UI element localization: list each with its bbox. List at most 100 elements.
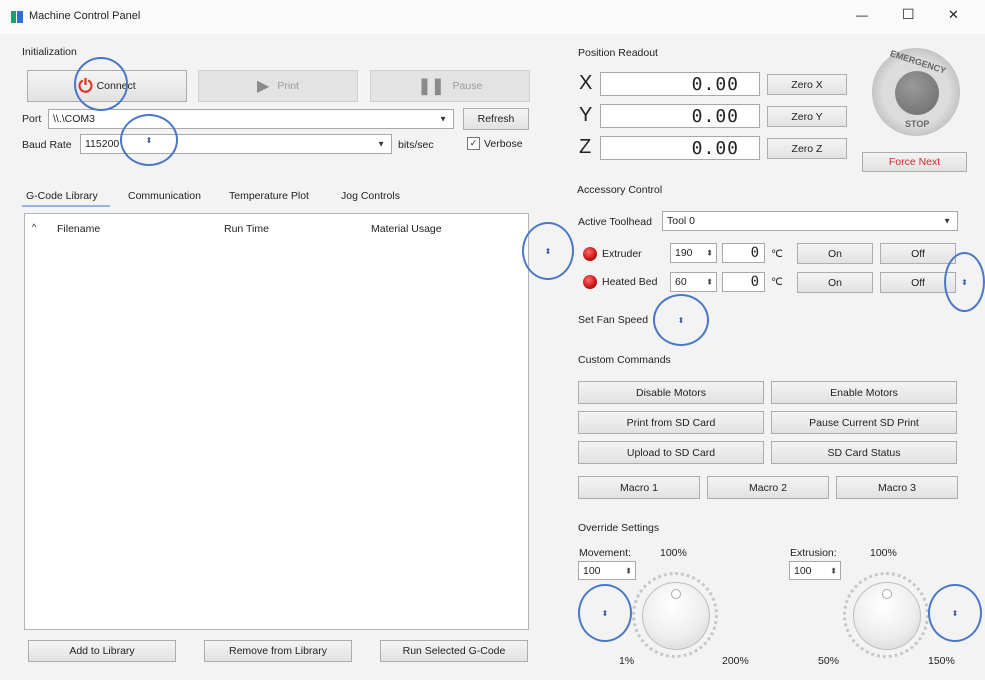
gcode-library-table[interactable] <box>24 213 529 630</box>
run-selected-gcode-button[interactable]: Run Selected G-Code <box>380 640 528 662</box>
remove-from-library-button[interactable]: Remove from Library <box>204 640 352 662</box>
z-axis-label: Z <box>579 136 592 158</box>
enable-motors-label: Enable Motors <box>830 386 898 399</box>
emergency-stop-button[interactable]: EMERGENCY STOP <box>872 48 960 136</box>
maximize-icon[interactable]: ☐ <box>902 6 915 23</box>
emergency-stop-knob <box>895 71 939 115</box>
set-fan-speed-label: Set Fan Speed <box>578 314 649 326</box>
extruder-setpoint-spinner[interactable]: 190 ⬍ <box>670 243 717 263</box>
enable-motors-button[interactable]: Enable Motors <box>771 381 957 404</box>
heated-bed-setpoint-spinner[interactable]: 60 ⬍ <box>670 272 717 292</box>
refresh-button[interactable]: Refresh <box>463 108 529 130</box>
x-axis-label: X <box>579 72 593 94</box>
extruder-unit: ℃ <box>771 248 783 260</box>
movement-spinner[interactable]: 100 ⬍ <box>578 561 636 580</box>
heated-bed-setpoint: 60 <box>675 276 687 288</box>
extruder-temp-readout: 0 <box>722 243 765 263</box>
spinner-arrows-icon[interactable]: ⬍ <box>706 278 713 287</box>
active-toolhead-label: Active Toolhead <box>578 216 652 228</box>
extrusion-value: 100 <box>794 564 812 577</box>
z-position-display: 0.00 <box>600 136 760 160</box>
custom-commands-heading: Custom Commands <box>578 354 671 366</box>
print-sd-label: Print from SD Card <box>626 416 716 429</box>
extruder-on-label: On <box>827 247 842 260</box>
sd-status-label: SD Card Status <box>827 446 901 459</box>
movement-value: 100 <box>583 564 601 577</box>
y-axis-label: Y <box>579 104 593 126</box>
macro-2-label: Macro 2 <box>749 481 787 494</box>
print-label: Print <box>277 80 299 92</box>
chevron-down-icon: ▼ <box>439 114 447 124</box>
movement-dial[interactable] <box>642 582 710 650</box>
zero-z-label: Zero Z <box>791 142 823 155</box>
column-run-time[interactable]: Run Time <box>224 223 269 235</box>
macro-1-label: Macro 1 <box>620 481 658 494</box>
movement-percent: 100% <box>660 547 687 559</box>
macro-3-button[interactable]: Macro 3 <box>836 476 958 499</box>
extrusion-label: Extrusion: <box>790 547 837 559</box>
window-title: Machine Control Panel <box>29 10 141 22</box>
heated-bed-temp-value: 0 <box>750 274 760 290</box>
minimize-icon[interactable]: — <box>856 8 868 22</box>
extruder-label: Extruder <box>602 248 642 260</box>
active-tab-indicator <box>22 205 110 207</box>
add-to-library-button[interactable]: Add to Library <box>28 640 176 662</box>
print-button[interactable]: ▶ Print <box>198 70 358 102</box>
heated-bed-on-button[interactable]: On <box>797 272 873 293</box>
extrusion-percent: 100% <box>870 547 897 559</box>
x-position-value: 0.00 <box>691 73 739 95</box>
accessory-control-heading: Accessory Control <box>577 184 663 196</box>
heated-bed-on-label: On <box>827 276 842 289</box>
tab-communication[interactable]: Communication <box>128 190 201 202</box>
pause-current-sd-print-button[interactable]: Pause Current SD Print <box>771 411 957 434</box>
spinner-arrows-icon[interactable]: ⬍ <box>625 566 632 575</box>
spinner-arrows-icon[interactable]: ⬍ <box>706 249 713 258</box>
extruder-off-button[interactable]: Off <box>880 243 956 264</box>
movement-max-label: 200% <box>722 655 749 667</box>
close-icon[interactable]: ✕ <box>948 7 959 23</box>
extrusion-min-label: 50% <box>818 655 840 667</box>
position-readout-heading: Position Readout <box>578 47 658 59</box>
macro-1-button[interactable]: Macro 1 <box>578 476 700 499</box>
zero-y-label: Zero Y <box>791 110 823 123</box>
zero-y-button[interactable]: Zero Y <box>767 106 847 127</box>
initialization-heading: Initialization <box>22 46 77 58</box>
disable-motors-button[interactable]: Disable Motors <box>578 381 764 404</box>
column-material-usage[interactable]: Material Usage <box>371 223 442 235</box>
port-label: Port <box>22 113 42 125</box>
verbose-checkbox[interactable]: ✓ <box>467 137 480 150</box>
macro-2-button[interactable]: Macro 2 <box>707 476 829 499</box>
extrusion-dial[interactable] <box>853 582 921 650</box>
column-filename[interactable]: Filename <box>57 223 100 235</box>
upload-sd-label: Upload to SD Card <box>626 446 716 459</box>
heated-bed-unit: ℃ <box>771 276 783 288</box>
extrusion-spinner[interactable]: 100 ⬍ <box>789 561 841 580</box>
port-select[interactable]: \\.\COM3 ▼ <box>48 109 454 129</box>
tab-jog-controls[interactable]: Jog Controls <box>341 190 400 202</box>
sd-card-status-button[interactable]: SD Card Status <box>771 441 957 464</box>
active-toolhead-select[interactable]: Tool 0 ▼ <box>662 211 958 231</box>
heated-bed-off-label: Off <box>911 276 925 289</box>
zero-x-label: Zero X <box>791 78 823 91</box>
z-position-value: 0.00 <box>691 137 739 159</box>
spinner-arrows-icon[interactable]: ⬍ <box>830 566 837 575</box>
chevron-down-icon: ▼ <box>377 139 385 149</box>
zero-z-button[interactable]: Zero Z <box>767 138 847 159</box>
zero-x-button[interactable]: Zero X <box>767 74 847 95</box>
tab-temperature-plot[interactable]: Temperature Plot <box>229 190 309 202</box>
port-value: \\.\COM3 <box>53 113 96 125</box>
pause-button[interactable]: ❚❚ Pause <box>370 70 530 102</box>
print-from-sd-card-button[interactable]: Print from SD Card <box>578 411 764 434</box>
baud-rate-label: Baud Rate <box>22 139 72 151</box>
chevron-down-icon: ▼ <box>943 216 951 226</box>
verbose-label: Verbose <box>484 138 523 150</box>
upload-to-sd-card-button[interactable]: Upload to SD Card <box>578 441 764 464</box>
extruder-setpoint: 190 <box>675 247 693 259</box>
app-icon <box>11 11 23 23</box>
annotation-circle <box>74 57 128 111</box>
pause-label: Pause <box>452 80 483 92</box>
add-label: Add to Library <box>69 645 135 657</box>
force-next-button[interactable]: Force Next <box>862 152 967 172</box>
tab-gcode-library[interactable]: G-Code Library <box>26 190 98 202</box>
extruder-on-button[interactable]: On <box>797 243 873 264</box>
